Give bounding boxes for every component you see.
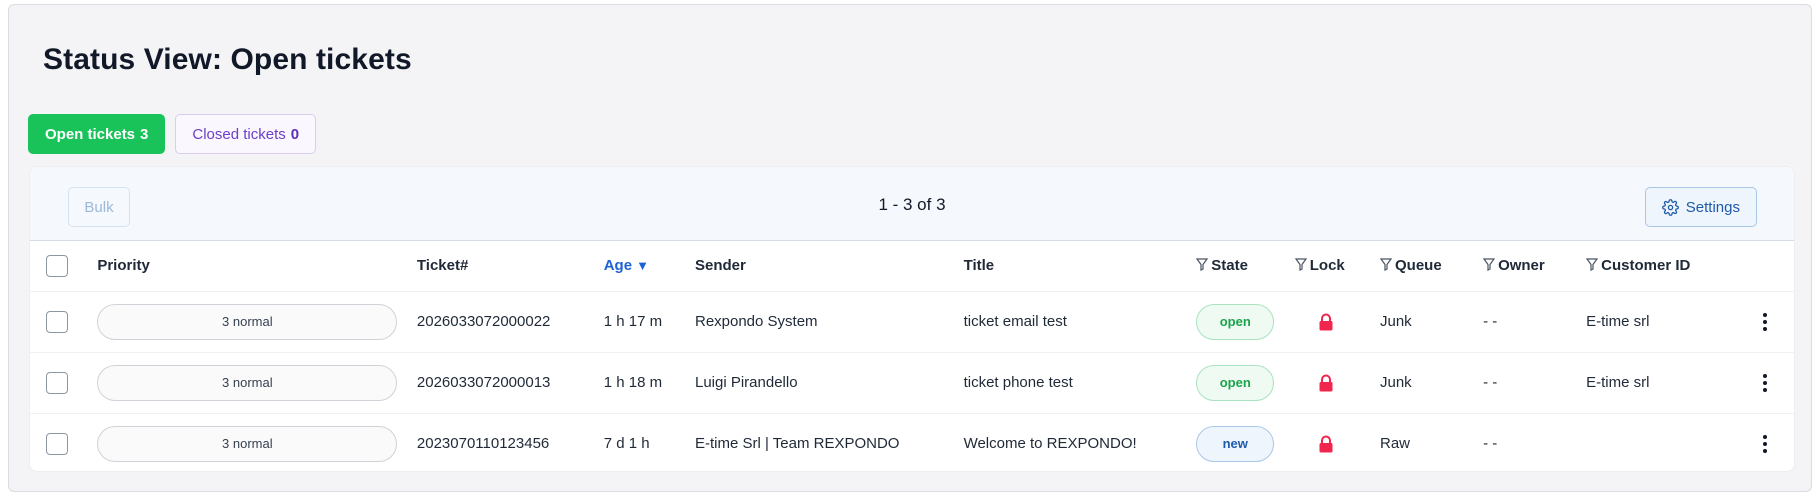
ticket-owner: - - [1483,435,1498,453]
kebab-menu-icon[interactable] [1762,434,1767,453]
state-badge: open [1196,364,1275,401]
ticket-queue: Junk [1379,313,1412,330]
tickets-card: Bulk 1 - 3 of 3 Settings Priority Ticket… [29,166,1795,472]
ticket-customer-id: E-time srl [1586,313,1650,330]
row-actions-cell [1735,413,1794,471]
header-actions [1735,241,1794,291]
gear-icon [1661,198,1679,216]
tab-closed-tickets[interactable]: Closed tickets 0 [175,114,317,154]
header-owner-label: Owner [1498,257,1545,275]
header-priority[interactable]: Priority [97,241,417,291]
header-lock-label: Lock [1309,257,1345,275]
ticket-owner: - - [1483,313,1498,330]
priority-badge: 3 normal [97,364,398,401]
table-row[interactable]: 3 normal 2023070110123456 7 d 1 h E-time… [30,413,1794,471]
tab-open-tickets-label: Open tickets [45,125,136,143]
header-state-label: State [1211,257,1248,275]
ticket-owner: - - [1483,374,1498,391]
ticket-sender: Luigi Pirandello [694,374,798,391]
filter-icon[interactable] [1294,258,1307,272]
ticket-age: 7 d 1 h [603,435,650,453]
select-all-cell [30,241,97,291]
ticket-number[interactable]: 2026033072000013 [417,352,604,413]
ticket-title[interactable]: ticket email test [964,291,1197,352]
state-cell: new [1196,413,1295,471]
lock-cell [1295,413,1380,471]
lock-cell [1295,291,1380,352]
ticket-customer-id [1586,413,1735,471]
header-customer-id-label: Customer ID [1601,257,1691,275]
select-all-checkbox[interactable] [46,254,68,277]
state-badge: open [1196,303,1275,340]
state-cell: open [1196,352,1295,413]
header-queue-label: Queue [1394,257,1442,275]
row-checkbox[interactable] [46,371,68,394]
ticket-sender: Rexpondo System [694,313,818,330]
lock-cell [1295,352,1380,413]
ticket-age: 1 h 18 m [603,374,663,391]
tickets-table: Priority Ticket# Age ▼ Sender Title State… [30,241,1794,471]
pagination-info: 1 - 3 of 3 [878,195,946,214]
header-state[interactable]: State [1196,241,1295,291]
status-view-panel: Status View: Open tickets Open tickets 3… [8,4,1812,492]
kebab-menu-icon[interactable] [1762,373,1767,392]
settings-button-label: Settings [1685,198,1740,216]
header-sender[interactable]: Sender [695,241,964,291]
filter-icon[interactable] [1483,258,1496,272]
header-title[interactable]: Title [964,241,1197,291]
ticket-title[interactable]: Welcome to REXPONDO! [964,413,1197,471]
kebab-menu-icon[interactable] [1762,312,1767,331]
filter-icon[interactable] [1196,258,1209,272]
state-cell: open [1196,291,1295,352]
lock-icon [1319,435,1333,453]
ticket-title[interactable]: ticket phone test [964,352,1197,413]
ticket-number[interactable]: 2023070110123456 [417,413,604,471]
tab-open-tickets[interactable]: Open tickets 3 [28,114,166,154]
page-title: Status View: Open tickets [43,43,412,76]
header-customer-id[interactable]: Customer ID [1586,241,1735,291]
header-age-label: Age [603,257,633,275]
ticket-customer-id: E-time srl [1586,374,1650,391]
ticket-age: 1 h 17 m [603,313,663,330]
header-ticket[interactable]: Ticket# [417,241,604,291]
priority-cell: 3 normal [97,352,417,413]
ticket-queue: Raw [1379,435,1410,453]
status-tabs: Open tickets 3 Closed tickets 0 [28,114,317,154]
row-select-cell [30,291,97,352]
header-age[interactable]: Age ▼ [604,241,695,291]
header-lock[interactable]: Lock [1294,241,1380,291]
row-checkbox[interactable] [46,310,68,333]
settings-button[interactable]: Settings [1644,187,1757,227]
ticket-queue: Junk [1379,374,1412,391]
header-queue[interactable]: Queue [1379,241,1483,291]
row-actions-cell [1735,352,1794,413]
ticket-number[interactable]: 2026033072000022 [417,291,604,352]
priority-cell: 3 normal [97,413,417,471]
row-checkbox[interactable] [46,432,68,455]
table-row[interactable]: 3 normal 2026033072000022 1 h 17 m Rexpo… [30,291,1794,352]
row-actions-cell [1735,291,1794,352]
table-header-row: Priority Ticket# Age ▼ Sender Title State… [30,241,1794,291]
table-toolbar: Bulk 1 - 3 of 3 Settings [30,167,1794,241]
priority-cell: 3 normal [97,291,417,352]
tab-open-tickets-count: 3 [140,125,149,143]
sort-desc-icon: ▼ [636,258,649,274]
header-owner[interactable]: Owner [1483,241,1586,291]
filter-icon[interactable] [1379,258,1392,272]
lock-icon [1319,374,1333,392]
row-select-cell [30,413,97,471]
ticket-sender: E-time Srl | Team REXPONDO [694,435,900,453]
row-select-cell [30,352,97,413]
priority-badge: 3 normal [97,425,398,462]
tab-closed-tickets-label: Closed tickets [192,125,286,143]
priority-badge: 3 normal [97,303,398,340]
table-row[interactable]: 3 normal 2026033072000013 1 h 18 m Luigi… [30,352,1794,413]
lock-icon [1319,313,1333,331]
tab-closed-tickets-count: 0 [290,125,300,143]
state-badge: new [1196,425,1275,462]
filter-icon[interactable] [1586,258,1599,272]
